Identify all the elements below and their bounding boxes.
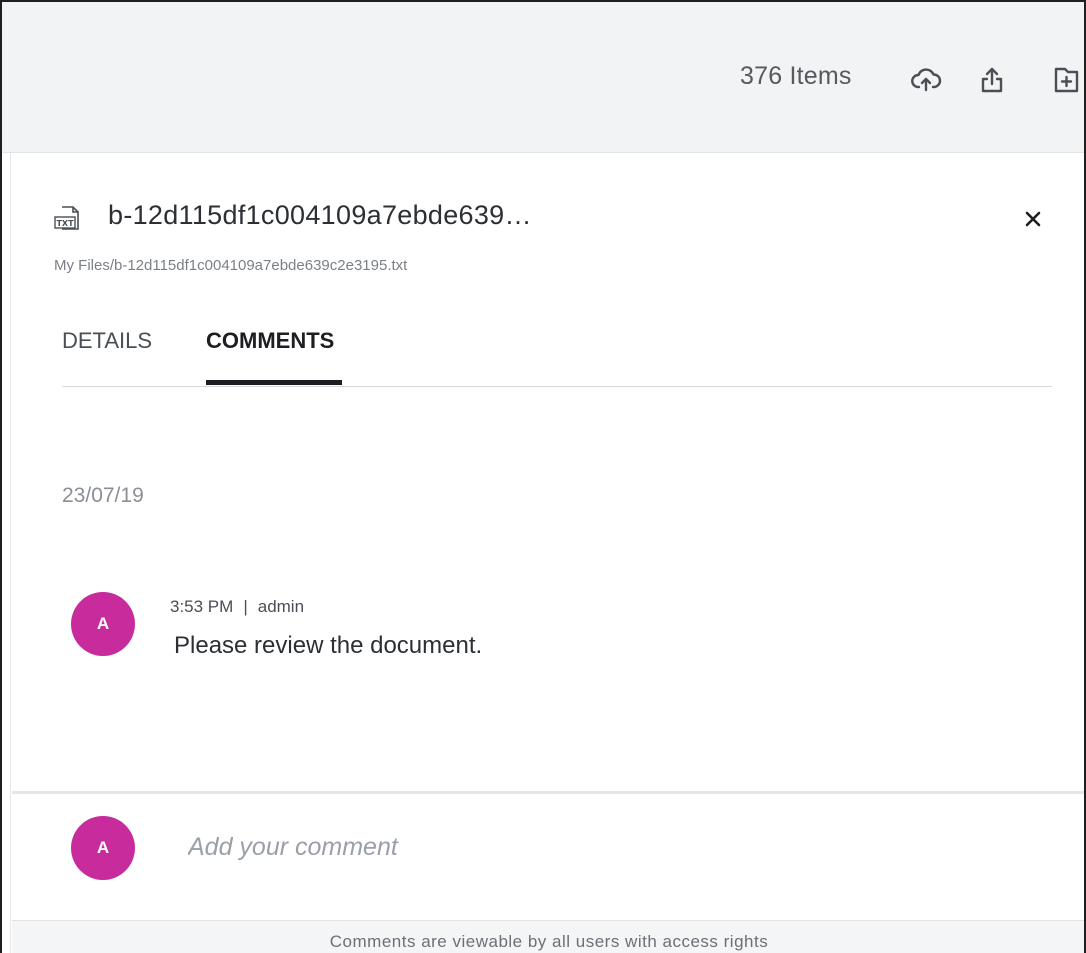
item-count: 376 Items <box>740 62 852 90</box>
txt-file-icon: TXT <box>54 204 82 232</box>
avatar-initial: A <box>96 838 110 857</box>
comment-text: Please review the document. <box>174 632 483 659</box>
composer-divider <box>12 791 1084 794</box>
comments-panel: TXT b-12d115df1c004109a7ebde639… My File… <box>12 154 1084 953</box>
cloud-upload-icon[interactable] <box>906 60 946 100</box>
tab-details[interactable]: DETAILS <box>62 328 152 376</box>
comment-author: admin <box>257 597 305 616</box>
share-upload-icon[interactable] <box>972 60 1012 100</box>
active-tab-indicator <box>206 380 342 385</box>
tab-comments[interactable]: COMMENTS <box>206 328 334 376</box>
comment-input[interactable] <box>188 826 1048 868</box>
close-button[interactable] <box>1018 204 1048 234</box>
comment-meta: 3:53 PM | admin <box>170 597 304 617</box>
comment-date: 23/07/19 <box>62 484 144 507</box>
file-path: My Files/b-12d115df1c004109a7ebde639c2e3… <box>54 257 408 274</box>
comment-time: 3:53 PM <box>170 597 234 616</box>
meta-separator: | <box>243 597 248 616</box>
composer-avatar: A <box>71 816 135 880</box>
app-frame: 376 Items TXT b-12d115df1c004109a7ebde63… <box>0 0 1086 953</box>
comments-footer: Comments are viewable by all users with … <box>12 920 1084 953</box>
visibility-note: Comments are viewable by all users with … <box>329 932 769 951</box>
new-folder-icon[interactable] <box>1046 60 1084 100</box>
avatar: A <box>71 592 135 656</box>
close-icon <box>1025 211 1041 227</box>
list-edge <box>2 153 11 953</box>
file-name: b-12d115df1c004109a7ebde639… <box>108 200 532 230</box>
avatar-initial: A <box>96 614 110 633</box>
tab-bar: DETAILS COMMENTS <box>62 312 1052 387</box>
file-type-label: TXT <box>56 219 74 228</box>
toolbar: 376 Items <box>2 2 1084 153</box>
